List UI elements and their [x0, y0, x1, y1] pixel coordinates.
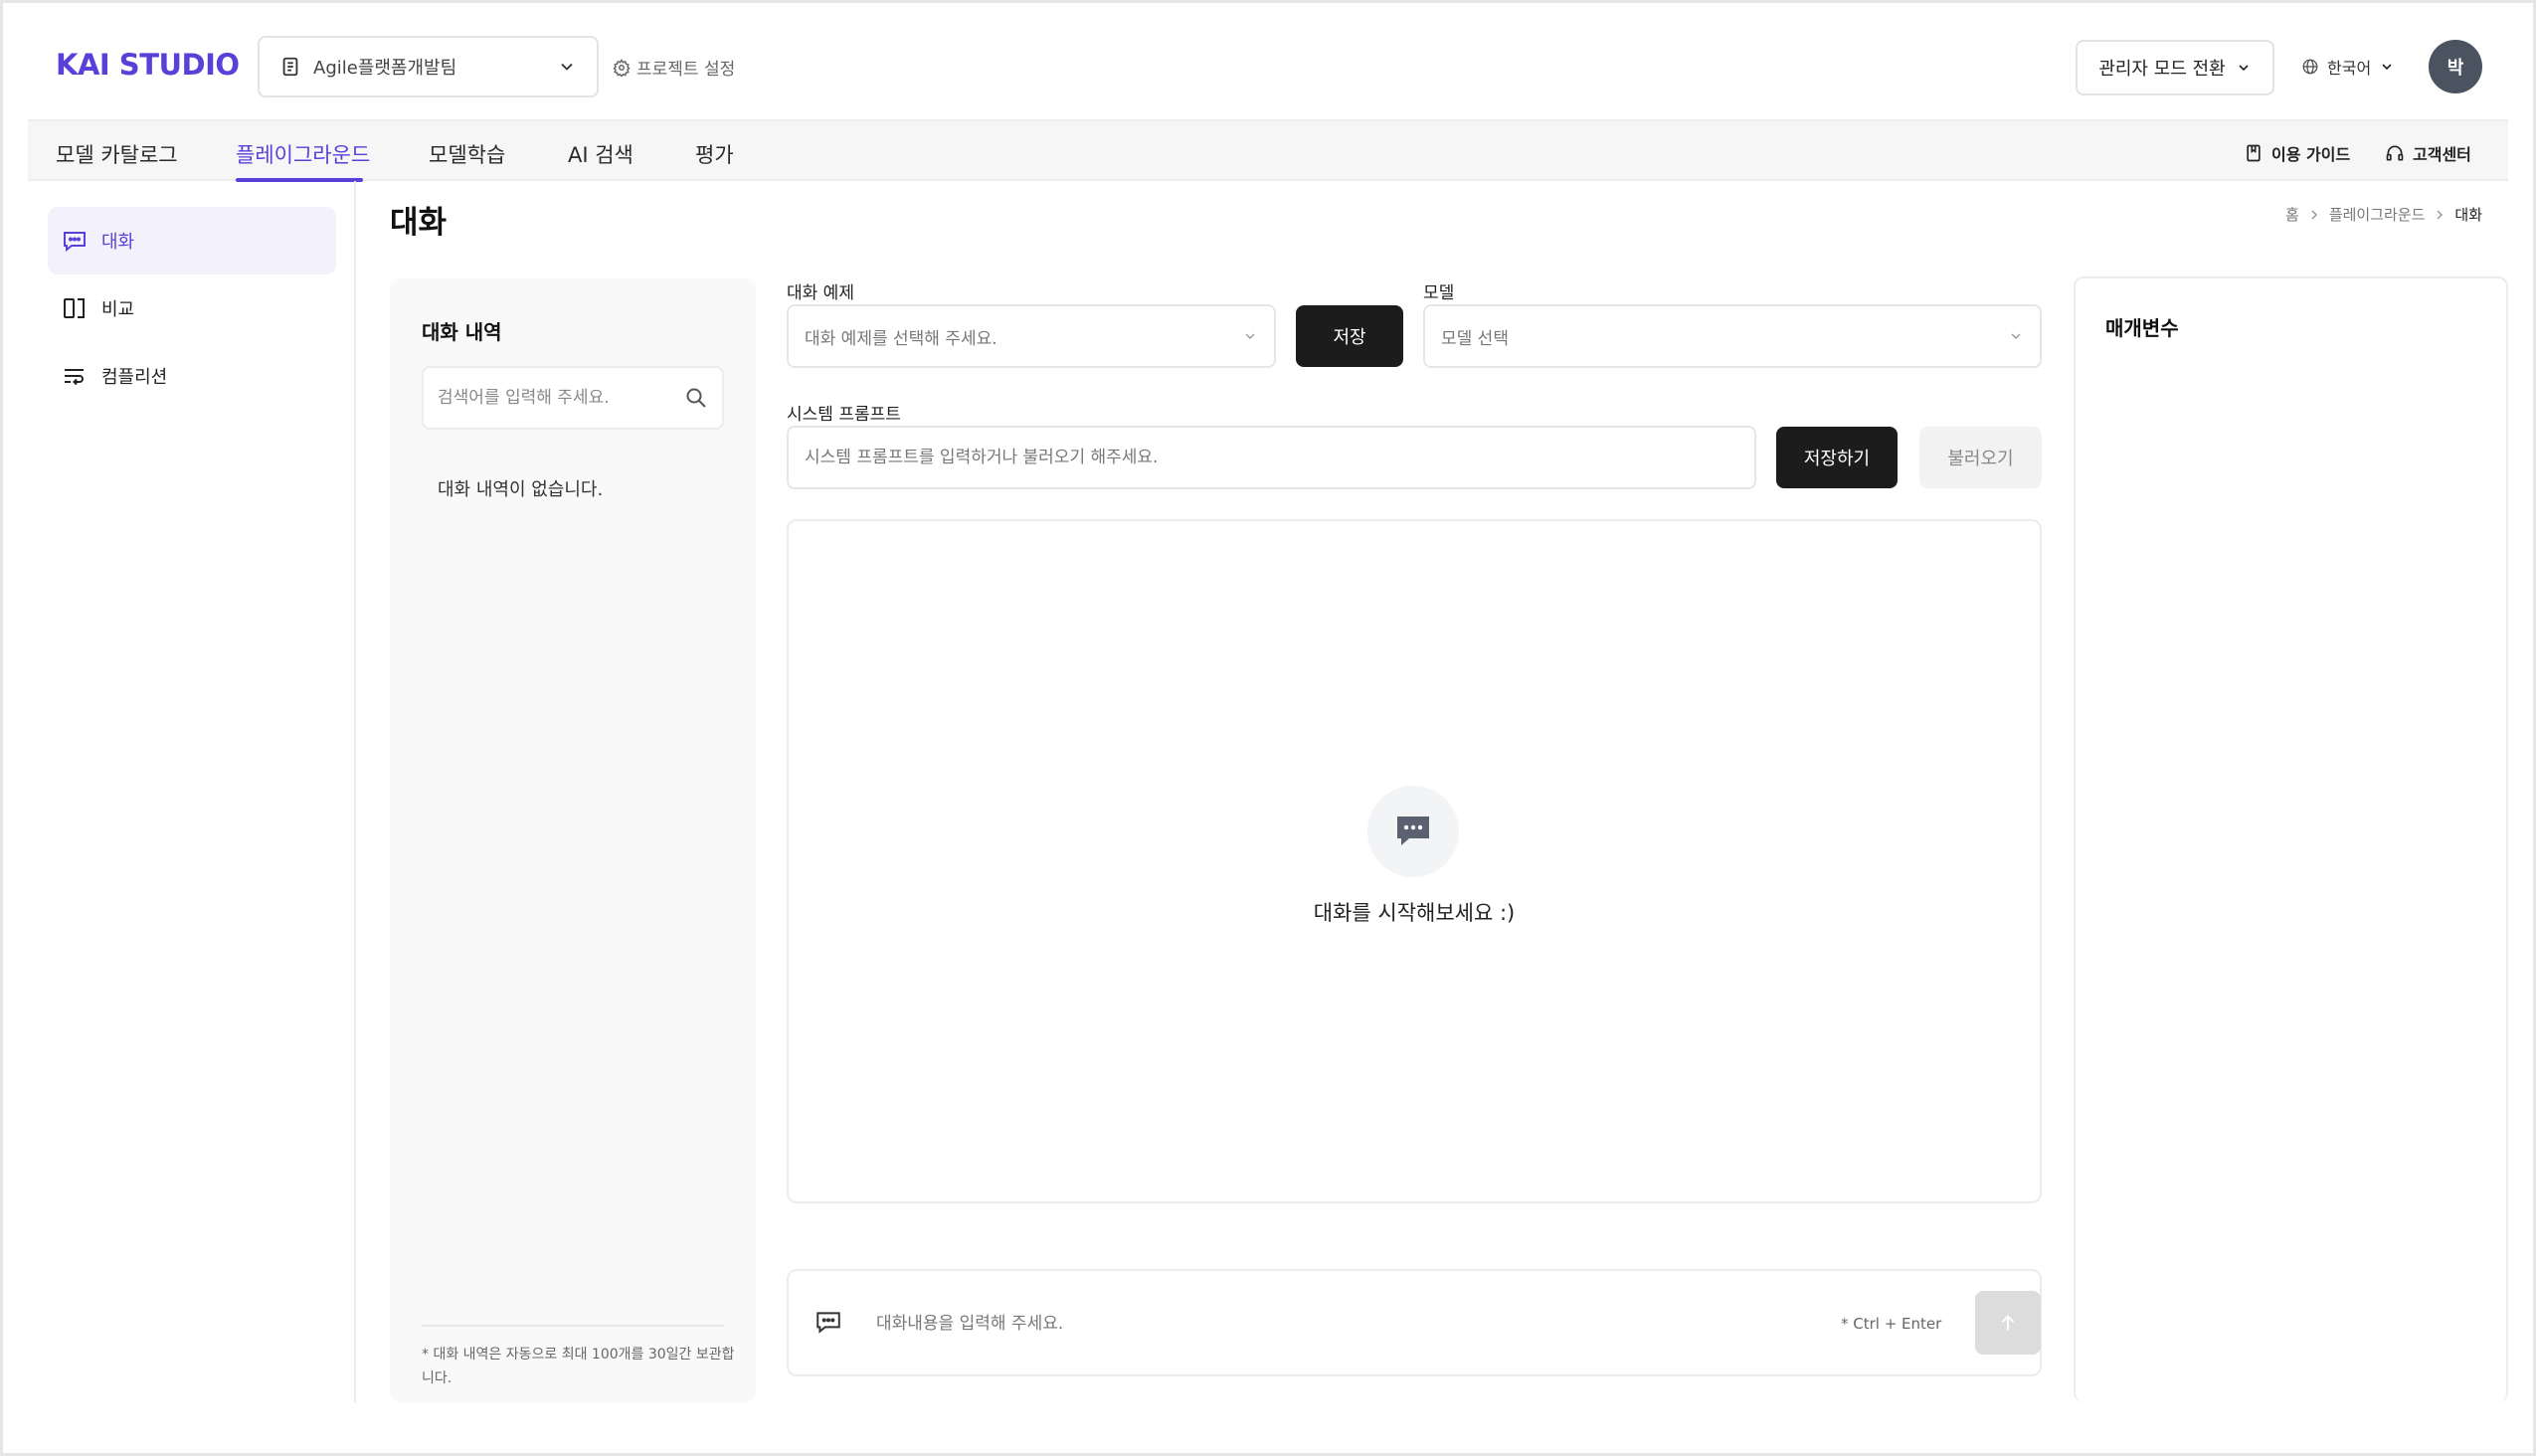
main-nav: 모델 카탈로그 플레이그라운드 모델학습 AI 검색 평가 이용 가이드 고객센…	[28, 119, 2508, 182]
send-button[interactable]	[1975, 1291, 2041, 1355]
history-title: 대화 내역	[422, 320, 502, 344]
sidebar: 대화 비교 컴플리션	[28, 181, 356, 1402]
support-label: 고객센터	[2413, 145, 2471, 164]
headset-icon	[2386, 145, 2404, 161]
split-panel-icon	[64, 298, 85, 318]
globe-icon	[2302, 59, 2318, 75]
save-button[interactable]: 저장	[1296, 305, 1403, 367]
sidebar-item-completion[interactable]: 컴플리션	[48, 342, 336, 410]
message-dots-icon	[1397, 817, 1429, 845]
history-panel: 대화 내역 대화 내역이 없습니다. * 대화 내역은 자동으로 최대 100개…	[390, 278, 756, 1402]
history-search	[422, 366, 724, 430]
language-label: 한국어	[2327, 59, 2372, 78]
project-select-value: Agile플랫폼개발팀	[313, 58, 457, 79]
tab-evaluation[interactable]: 평가	[695, 139, 734, 169]
chevron-down-icon	[2011, 333, 2021, 339]
system-prompt-field	[787, 426, 1756, 489]
parameters-panel: 매개변수	[2074, 276, 2508, 1402]
model-select-placeholder: 모델 선택	[1441, 328, 1509, 349]
guide-label: 이용 가이드	[2271, 145, 2351, 164]
guide-link[interactable]: 이용 가이드	[2244, 141, 2350, 165]
history-empty-text: 대화 내역이 없습니다.	[438, 479, 604, 500]
save-prompt-button[interactable]: 저장하기	[1776, 427, 1898, 488]
tab-playground[interactable]: 플레이그라운드	[236, 139, 370, 169]
tab-model-training[interactable]: 모델학습	[429, 139, 505, 169]
admin-mode-button[interactable]: 관리자 모드 전환	[2076, 40, 2274, 95]
avatar[interactable]: 박	[2429, 40, 2482, 93]
project-settings-link[interactable]: 프로젝트 설정	[597, 55, 735, 80]
chat-empty-text: 대화를 시작해보세요 :)	[1313, 901, 1516, 925]
chat-placeholder-icon-wrap	[1367, 786, 1459, 877]
admin-mode-label: 관리자 모드 전환	[2098, 59, 2226, 80]
system-prompt-input[interactable]	[805, 448, 1738, 467]
parameters-title: 매개변수	[2105, 316, 2179, 340]
load-prompt-button[interactable]: 불러오기	[1919, 427, 2042, 488]
chevron-right-icon	[2437, 209, 2444, 220]
chat-message-input[interactable]	[876, 1305, 1771, 1343]
breadcrumb-playground[interactable]: 플레이그라운드	[2329, 204, 2426, 225]
logo[interactable]: KAI STUDIO	[56, 48, 240, 82]
breadcrumb-home[interactable]: 홈	[2285, 204, 2299, 225]
breadcrumb: 홈 플레이그라운드 대화	[2285, 204, 2482, 225]
gear-icon	[613, 58, 631, 77]
system-prompt-label: 시스템 프롬프트	[787, 405, 901, 425]
sidebar-item-compare[interactable]: 비교	[48, 274, 336, 342]
history-note: * 대화 내역은 자동으로 최대 100개를 30일간 보관합니다.	[422, 1347, 735, 1386]
sidebar-item-label: 대화	[101, 232, 135, 253]
support-link[interactable]: 고객센터	[2385, 141, 2471, 165]
project-select[interactable]: Agile플랫폼개발팀	[258, 36, 599, 97]
model-select[interactable]: 모델 선택	[1423, 304, 2042, 368]
example-select[interactable]: 대화 예제를 선택해 주세요.	[787, 304, 1276, 368]
chevron-down-icon	[2239, 65, 2249, 72]
chevron-down-icon	[1245, 333, 1255, 339]
chevron-down-icon	[2382, 64, 2392, 71]
text-wrap-icon	[65, 369, 84, 386]
project-settings-label: 프로젝트 설정	[636, 60, 736, 80]
sidebar-item-chat[interactable]: 대화	[48, 207, 336, 274]
header: KAI STUDIO Agile플랫폼개발팀 프로젝트 설정 관리자 모드 전환	[28, 0, 2508, 119]
tab-ai-search[interactable]: AI 검색	[568, 139, 634, 169]
arrow-up-icon	[2001, 1315, 2015, 1331]
search-icon[interactable]	[684, 386, 708, 410]
divider	[422, 1325, 724, 1327]
shortcut-hint: * Ctrl + Enter	[1841, 1315, 1942, 1333]
language-select[interactable]: 한국어	[2301, 55, 2395, 79]
document-icon	[282, 57, 298, 77]
example-select-placeholder: 대화 예제를 선택해 주세요.	[805, 328, 997, 349]
chevron-down-icon	[561, 63, 573, 71]
tab-model-catalog[interactable]: 모델 카탈로그	[56, 139, 178, 169]
chat-icon	[816, 1312, 840, 1334]
chevron-right-icon	[2311, 209, 2317, 220]
app: KAI STUDIO Agile플랫폼개발팀 프로젝트 설정 관리자 모드 전환	[28, 0, 2508, 1402]
chat-input-bar: * Ctrl + Enter	[787, 1269, 2042, 1376]
sidebar-item-label: 컴플리션	[101, 367, 168, 388]
model-label: 모델	[1423, 283, 1455, 303]
page-title: 대화	[390, 205, 448, 241]
sidebar-item-label: 비교	[101, 299, 135, 320]
breadcrumb-current: 대화	[2454, 206, 2483, 224]
history-search-input[interactable]	[438, 388, 684, 408]
book-icon	[2247, 144, 2261, 162]
example-label: 대화 예제	[787, 283, 854, 303]
chat-icon	[64, 232, 86, 253]
